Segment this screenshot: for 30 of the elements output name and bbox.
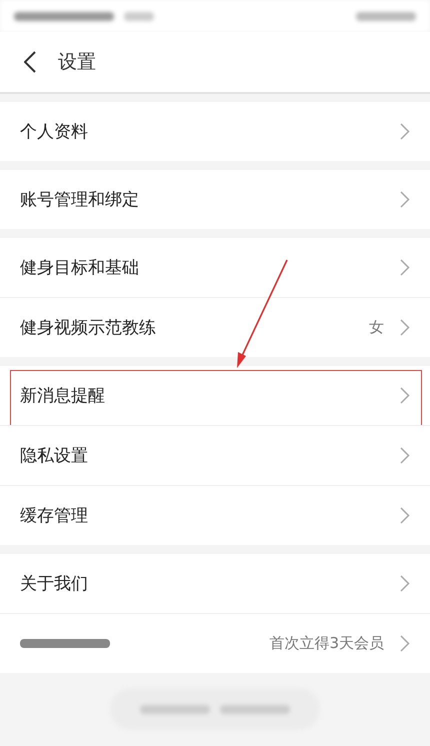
settings-row[interactable]: 隐私设置 xyxy=(0,425,430,485)
chevron-icon xyxy=(400,123,410,140)
chevron-icon xyxy=(400,447,410,464)
chevron-icon xyxy=(400,319,410,336)
row-value: 首次立得3天会员 xyxy=(269,634,384,653)
chevron-icon xyxy=(400,387,410,404)
row-label: 健身目标和基础 xyxy=(20,257,140,279)
settings-row[interactable]: 健身目标和基础 xyxy=(0,238,430,297)
row-label: 关于我们 xyxy=(20,573,89,595)
chevron-icon xyxy=(400,259,410,276)
settings-row[interactable]: 账号管理和绑定 xyxy=(0,170,430,229)
settings-row[interactable]: 关于我们 xyxy=(0,554,430,613)
back-icon[interactable] xyxy=(24,51,36,73)
row-label: 个人资料 xyxy=(20,121,89,143)
settings-row[interactable]: 新消息提醒 xyxy=(0,366,430,425)
chevron-icon xyxy=(400,507,410,524)
settings-row[interactable]: 个人资料 xyxy=(0,102,430,161)
row-label: 账号管理和绑定 xyxy=(20,189,140,211)
chevron-icon xyxy=(400,575,410,592)
row-label: 隐私设置 xyxy=(20,445,89,467)
page-title: 设置 xyxy=(58,50,96,75)
row-label: 健身视频示范教练 xyxy=(20,317,157,339)
settings-row[interactable]: 首次立得3天会员 xyxy=(0,613,430,673)
row-value: 女 xyxy=(369,318,384,337)
settings-row[interactable]: 缓存管理 xyxy=(0,485,430,545)
chevron-icon xyxy=(400,191,410,208)
settings-row[interactable]: 健身视频示范教练 女 xyxy=(0,297,430,357)
row-label: 新消息提醒 xyxy=(20,385,106,407)
row-label: 缓存管理 xyxy=(20,505,89,527)
chevron-icon xyxy=(400,635,410,652)
